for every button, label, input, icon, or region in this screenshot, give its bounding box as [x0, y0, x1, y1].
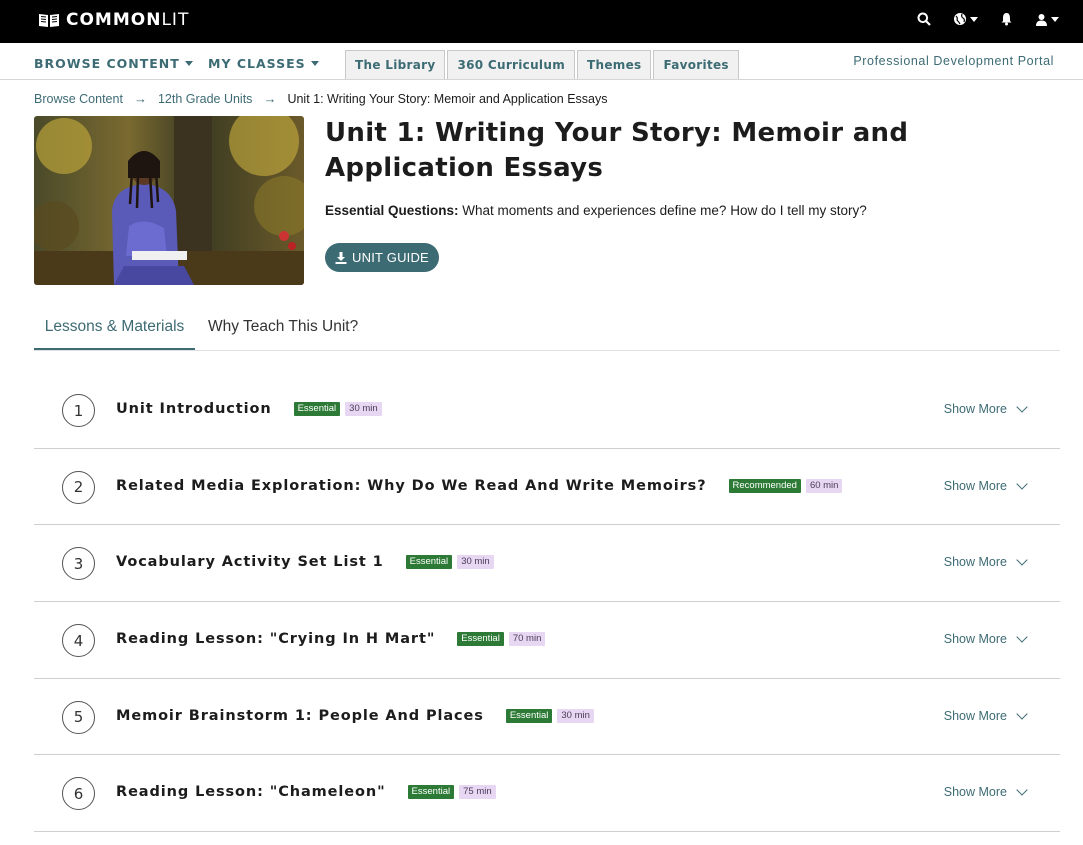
- lesson-list: 1 Unit Introduction Essential 30 min Show…: [34, 372, 1060, 833]
- lesson-number: 5: [62, 700, 95, 734]
- tab-the-library[interactable]: The Library: [345, 50, 446, 79]
- show-more-button[interactable]: Show More: [943, 631, 1028, 647]
- list-item[interactable]: 3 Vocabulary Activity Set List 1 Essenti…: [34, 525, 1060, 603]
- nav-bar: BROWSE CONTENT MY CLASSES The Library 36…: [0, 43, 1083, 80]
- commonlit-logo[interactable]: COMMONLIT: [38, 10, 189, 30]
- lesson-number: 4: [62, 624, 95, 658]
- chevron-down-icon: [1016, 401, 1028, 413]
- chevron-down-icon: [1051, 16, 1059, 22]
- globe-icon[interactable]: [953, 12, 978, 26]
- show-more-label: Show More: [943, 402, 1007, 416]
- unit-title: Unit 1: Writing Your Story: Memoir and A…: [325, 118, 909, 183]
- pd-portal-link[interactable]: Professional Development Portal: [853, 54, 1054, 68]
- lesson-type-badge: Essential: [457, 632, 504, 647]
- breadcrumb-12th-grade-units[interactable]: 12th Grade Units: [158, 92, 253, 106]
- book-icon: [39, 14, 59, 27]
- show-more-label: Show More: [943, 555, 1007, 570]
- show-more-button[interactable]: Show More: [943, 478, 1028, 493]
- show-more-button[interactable]: Show More: [943, 554, 1028, 570]
- lesson-title: Related Media Exploration: Why Do We Rea…: [116, 477, 707, 494]
- chevron-down-icon: [1016, 784, 1028, 797]
- lesson-number: 3: [62, 547, 95, 581]
- arrow-right-icon: →: [263, 91, 277, 106]
- browse-content-label: BROWSE CONTENT: [34, 56, 180, 71]
- chevron-down-icon: [310, 61, 319, 66]
- show-more-label: Show More: [943, 478, 1007, 493]
- lesson-title: Reading Lesson: "Chameleon": [116, 784, 386, 801]
- chevron-down-icon: [1016, 554, 1028, 567]
- lesson-title: Memoir Brainstorm 1: People And Places: [116, 707, 484, 724]
- lesson-title: Unit Introduction: [116, 401, 272, 417]
- lesson-type-badge: Essential: [407, 785, 455, 800]
- lesson-number: 2: [62, 470, 95, 504]
- show-more-button[interactable]: Show More: [943, 708, 1028, 723]
- list-item[interactable]: 1 Unit Introduction Essential 30 min Show…: [34, 372, 1060, 449]
- lesson-number: 6: [62, 777, 95, 811]
- chevron-down-icon: [1016, 631, 1028, 643]
- my-classes-menu[interactable]: MY CLASSES: [208, 56, 319, 71]
- lesson-time-badge: 60 min: [805, 478, 843, 493]
- my-classes-label: MY CLASSES: [208, 56, 306, 71]
- lesson-type-badge: Essential: [505, 708, 553, 723]
- bell-icon[interactable]: [1000, 12, 1013, 26]
- show-more-label: Show More: [943, 785, 1007, 800]
- lesson-type-badge: Essential: [405, 555, 453, 570]
- list-item[interactable]: 2 Related Media Exploration: Why Do We R…: [34, 449, 1060, 526]
- unit-guide-label: UNIT GUIDE: [352, 250, 429, 265]
- top-bar: COMMONLIT: [0, 0, 1083, 43]
- chevron-down-icon: [970, 16, 978, 22]
- unit-cover-image: [34, 116, 304, 285]
- list-item[interactable]: 4 Reading Lesson: "Crying In H Mart" Ess…: [34, 602, 1060, 679]
- show-more-button[interactable]: Show More: [943, 401, 1028, 416]
- breadcrumb-browse-content[interactable]: Browse Content: [34, 92, 123, 106]
- tab-360-curriculum[interactable]: 360 Curriculum: [447, 50, 575, 79]
- chevron-down-icon: [184, 61, 193, 66]
- unit-guide-button[interactable]: UNIT GUIDE: [325, 243, 439, 272]
- lesson-type-badge: Recommended: [728, 478, 801, 493]
- tab-favorites[interactable]: Favorites: [653, 50, 739, 79]
- lesson-time-badge: 75 min: [459, 785, 496, 800]
- chevron-down-icon: [1016, 708, 1028, 720]
- lesson-time-badge: 30 min: [557, 708, 594, 723]
- breadcrumb: Browse Content → 12th Grade Units → Unit…: [34, 91, 608, 106]
- essential-questions-label: Essential Questions:: [325, 203, 459, 218]
- lesson-title: Reading Lesson: "Crying In H Mart": [116, 631, 436, 648]
- tab-themes[interactable]: Themes: [577, 50, 652, 79]
- list-item[interactable]: 5 Memoir Brainstorm 1: People And Places…: [34, 679, 1060, 756]
- list-item[interactable]: 6 Reading Lesson: "Chameleon" Essential 7…: [34, 755, 1060, 833]
- lesson-title: Vocabulary Activity Set List 1: [116, 554, 384, 571]
- lesson-type-badge: Essential: [293, 402, 341, 416]
- lesson-time-badge: 70 min: [508, 632, 546, 647]
- lesson-time-badge: 30 min: [345, 402, 382, 416]
- tab-lessons-materials[interactable]: Lessons & Materials: [34, 318, 195, 350]
- user-icon[interactable]: [1035, 13, 1059, 26]
- nav-tabs: The Library 360 Curriculum Themes Favori…: [345, 50, 739, 79]
- essential-questions: Essential Questions: What moments and ex…: [325, 203, 867, 218]
- search-icon[interactable]: [917, 12, 931, 26]
- show-more-button[interactable]: Show More: [943, 784, 1028, 800]
- unit-tabs: Lessons & Materials Why Teach This Unit?: [34, 312, 1060, 351]
- show-more-label: Show More: [943, 632, 1007, 647]
- download-icon: [335, 251, 347, 264]
- arrow-right-icon: →: [133, 91, 147, 106]
- lesson-time-badge: 30 min: [457, 555, 494, 570]
- logo-text: COMMONLIT: [66, 10, 190, 30]
- show-more-label: Show More: [943, 708, 1007, 723]
- lesson-number: 1: [62, 394, 95, 427]
- tab-why-teach-this-unit[interactable]: Why Teach This Unit?: [208, 318, 358, 336]
- essential-questions-text: What moments and experiences define me? …: [458, 203, 867, 218]
- chevron-down-icon: [1016, 478, 1028, 490]
- breadcrumb-current: Unit 1: Writing Your Story: Memoir and A…: [287, 91, 608, 106]
- browse-content-menu[interactable]: BROWSE CONTENT: [34, 56, 193, 71]
